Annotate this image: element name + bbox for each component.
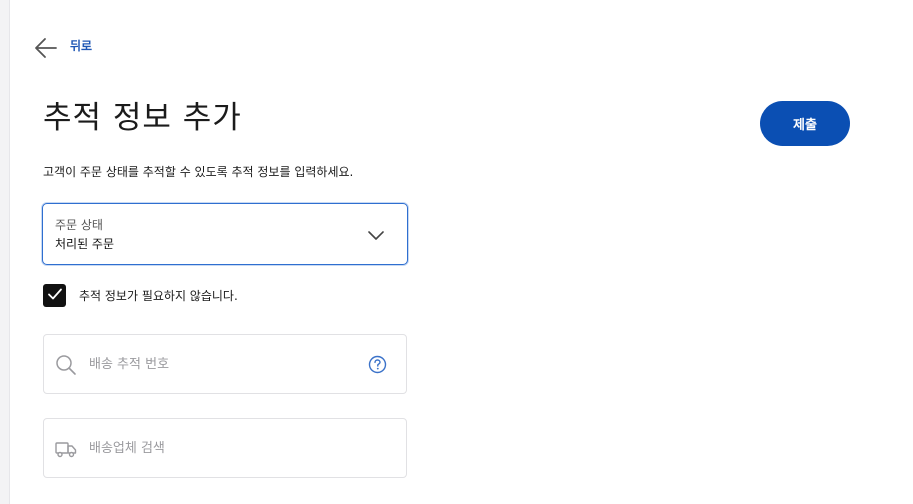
order-status-value: 처리된 주문: [55, 237, 115, 251]
truck-icon: [55, 438, 77, 464]
no-tracking-row: 추적 정보가 필요하지 않습니다.: [43, 284, 238, 307]
no-tracking-label: 추적 정보가 필요하지 않습니다.: [79, 289, 238, 303]
order-status-label: 주문 상태: [55, 218, 103, 232]
back-label: 뒤로: [70, 39, 93, 53]
carrier-search-box: [43, 418, 407, 478]
submit-button[interactable]: 제출: [760, 101, 850, 146]
search-icon: [55, 354, 77, 380]
left-rail: [0, 0, 10, 504]
chevron-down-icon: [367, 227, 385, 246]
carrier-search-input[interactable]: [89, 437, 359, 459]
form-description: 고객이 주문 상태를 추적할 수 있도록 추적 정보를 입력하세요.: [43, 165, 354, 179]
no-tracking-checkbox[interactable]: [43, 284, 66, 307]
page-title: 추적 정보 추가: [43, 100, 242, 136]
tracking-number-box: [43, 334, 407, 394]
checkmark-icon: [47, 286, 63, 306]
arrow-left-icon: [34, 36, 58, 60]
back-link[interactable]: 뒤로: [34, 36, 92, 60]
tracking-number-input[interactable]: [89, 353, 359, 375]
help-icon[interactable]: [368, 355, 387, 378]
order-status-select[interactable]: 주문 상태 처리된 주문: [42, 203, 408, 265]
